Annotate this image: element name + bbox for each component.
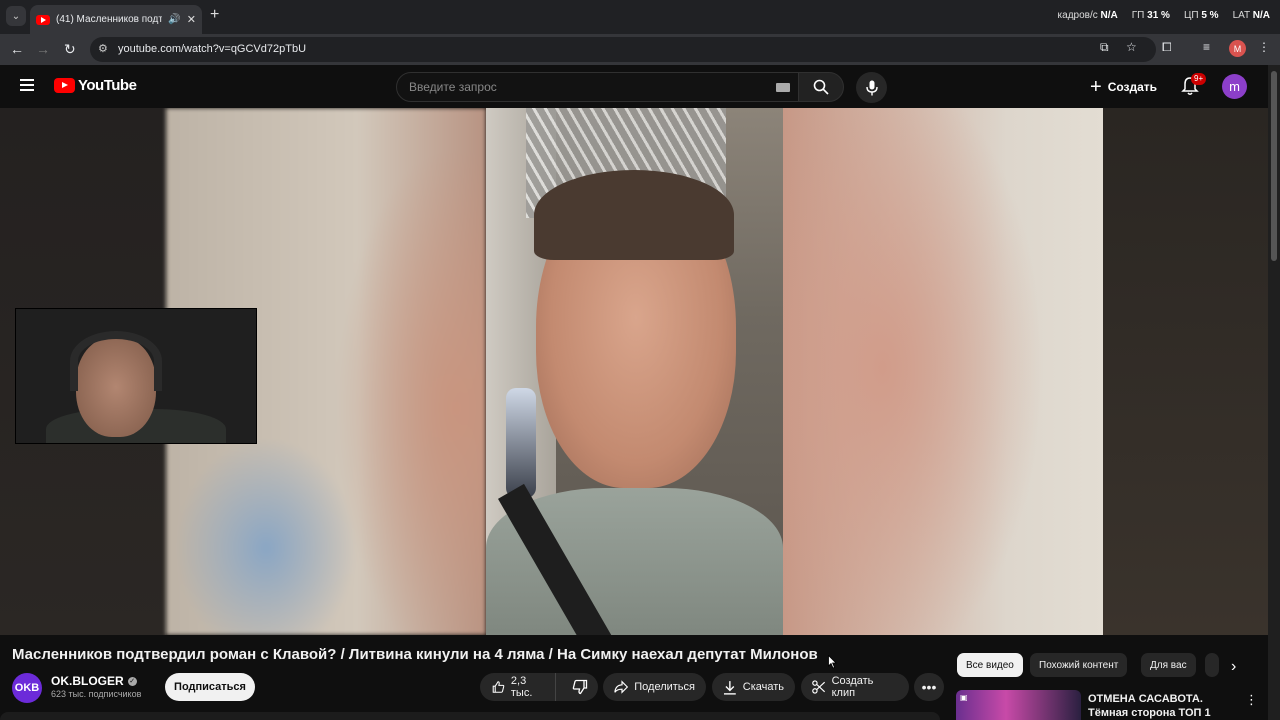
scissors-icon bbox=[812, 680, 826, 694]
channel-name-row[interactable]: OK.BLOGER ✓ bbox=[51, 674, 137, 688]
chip-similar-content[interactable]: Похожий контент bbox=[1030, 653, 1128, 677]
video-letterbox-right bbox=[1103, 108, 1268, 635]
notifications-badge: 9+ bbox=[1191, 73, 1207, 85]
guide-menu-icon[interactable] bbox=[20, 79, 34, 91]
frame-hair bbox=[534, 170, 734, 260]
chevron-right-icon[interactable]: › bbox=[1231, 658, 1236, 676]
channel-name[interactable]: OK.BLOGER bbox=[51, 674, 124, 688]
chip-overflow[interactable] bbox=[1205, 653, 1219, 677]
keyboard-icon[interactable] bbox=[776, 83, 790, 92]
subscribe-button[interactable]: Подписаться bbox=[165, 673, 255, 701]
gpu-stat: ГП 31 % bbox=[1131, 10, 1170, 21]
thumbs-up-icon bbox=[492, 681, 505, 693]
tab-title: (41) Масленников подтвер bbox=[56, 14, 163, 25]
video-frame bbox=[486, 108, 783, 635]
browser-profile-avatar[interactable]: M bbox=[1229, 40, 1246, 57]
clip-label: Создать клип bbox=[831, 675, 874, 699]
webcam-overlay bbox=[15, 308, 257, 444]
youtube-favicon-icon bbox=[36, 14, 50, 25]
chip-for-you[interactable]: Для вас bbox=[1141, 653, 1196, 677]
youtube-logo-text: YouTube bbox=[78, 77, 137, 94]
webcam-headset bbox=[70, 331, 162, 391]
channel-avatar[interactable]: OKB bbox=[12, 673, 42, 703]
youtube-logo[interactable]: YouTube bbox=[54, 77, 137, 94]
voice-search-button[interactable] bbox=[856, 72, 887, 103]
address-bar[interactable]: ⚙ youtube.com/watch?v=qGCVd72pTbU bbox=[90, 37, 1156, 62]
microphone-icon bbox=[865, 80, 878, 95]
share-arrow-icon bbox=[614, 680, 629, 694]
subscriber-count: 623 тыс. подписчиков bbox=[51, 689, 142, 699]
tab-search-button[interactable]: ⌄ bbox=[6, 6, 26, 26]
twitch-logo-icon: ▣ bbox=[960, 693, 968, 702]
forward-arrow-icon[interactable]: → bbox=[36, 41, 50, 57]
browser-tabstrip: ⌄ (41) Масленников подтвер 🔊 ✕ + кадров/… bbox=[0, 0, 1280, 34]
like-count: 2,3 тыс. bbox=[510, 675, 533, 699]
performance-overlay: кадров/с N/A ГП 31 % ЦП 5 % LAT N/A bbox=[1058, 10, 1270, 21]
chip-all-videos[interactable]: Все видео bbox=[957, 653, 1023, 677]
like-button[interactable]: 2,3 тыс. bbox=[480, 673, 556, 701]
new-tab-button[interactable]: + bbox=[210, 6, 219, 24]
search-placeholder: Введите запрос bbox=[409, 80, 497, 94]
create-clip-button[interactable]: Создать клип bbox=[801, 673, 909, 701]
search-input[interactable]: Введите запрос bbox=[396, 72, 799, 102]
back-arrow-icon[interactable]: ← bbox=[10, 41, 24, 57]
bookmark-star-icon[interactable]: ☆ bbox=[1126, 40, 1137, 54]
like-dislike-group: 2,3 тыс. bbox=[480, 673, 598, 701]
browser-menu-icon[interactable]: ⋮ bbox=[1258, 40, 1270, 54]
description-box-edge bbox=[0, 712, 940, 720]
mouse-cursor-icon bbox=[828, 655, 837, 669]
media-controls-icon[interactable]: ≡ bbox=[1203, 40, 1210, 54]
download-button[interactable]: Скачать bbox=[712, 673, 795, 701]
video-title: Масленников подтвердил роман с Клавой? /… bbox=[12, 646, 818, 663]
download-label: Скачать bbox=[742, 681, 784, 693]
share-label: Поделиться bbox=[634, 681, 695, 693]
share-button[interactable]: Поделиться bbox=[603, 673, 706, 701]
recommended-more-icon[interactable]: ⋮ bbox=[1245, 692, 1258, 708]
browser-tab[interactable]: (41) Масленников подтвер 🔊 ✕ bbox=[30, 5, 202, 34]
more-actions-button[interactable]: ••• bbox=[914, 673, 944, 701]
site-settings-icon[interactable]: ⚙ bbox=[98, 42, 108, 55]
more-horizontal-icon: ••• bbox=[921, 679, 937, 695]
extensions-icon[interactable]: ⧠ bbox=[1162, 40, 1172, 55]
frame-background-person bbox=[506, 388, 536, 498]
reload-icon[interactable]: ↻ bbox=[64, 41, 76, 58]
download-icon bbox=[723, 680, 736, 695]
account-avatar[interactable]: m bbox=[1222, 74, 1247, 99]
page-scrollbar[interactable] bbox=[1268, 65, 1280, 720]
search-icon bbox=[813, 79, 829, 95]
cast-icon[interactable]: ⧉ bbox=[1100, 40, 1109, 55]
create-button[interactable]: + Создать bbox=[1090, 73, 1157, 101]
scrollbar-thumb[interactable] bbox=[1271, 71, 1277, 261]
latency-stat: LAT N/A bbox=[1232, 10, 1270, 21]
recommended-video-thumbnail[interactable]: ▣ bbox=[956, 690, 1081, 720]
plus-icon: + bbox=[1090, 75, 1102, 98]
create-label: Создать bbox=[1107, 80, 1158, 94]
fps-stat: кадров/с N/A bbox=[1057, 10, 1118, 21]
video-player[interactable] bbox=[0, 108, 1268, 635]
search-button[interactable] bbox=[798, 72, 844, 102]
youtube-play-icon bbox=[54, 78, 75, 93]
tab-close-icon[interactable]: ✕ bbox=[187, 13, 196, 26]
browser-toolbar: ← → ↻ ⚙ youtube.com/watch?v=qGCVd72pTbU … bbox=[0, 34, 1280, 65]
url-text[interactable]: youtube.com/watch?v=qGCVd72pTbU bbox=[118, 43, 306, 55]
thumbs-down-icon bbox=[572, 679, 588, 695]
recommended-video-title[interactable]: ОТМЕНА САСАВОТА. Тёмная сторона ТОП 1 ст… bbox=[1088, 692, 1238, 720]
dislike-button[interactable] bbox=[562, 673, 598, 701]
youtube-header: YouTube Введите запрос + Создать 9+ m bbox=[0, 65, 1268, 108]
verified-check-icon: ✓ bbox=[127, 676, 137, 686]
video-blurred-background-right bbox=[783, 108, 1103, 635]
cpu-stat: ЦП 5 % bbox=[1183, 10, 1219, 21]
audio-playing-icon[interactable]: 🔊 bbox=[168, 14, 180, 25]
